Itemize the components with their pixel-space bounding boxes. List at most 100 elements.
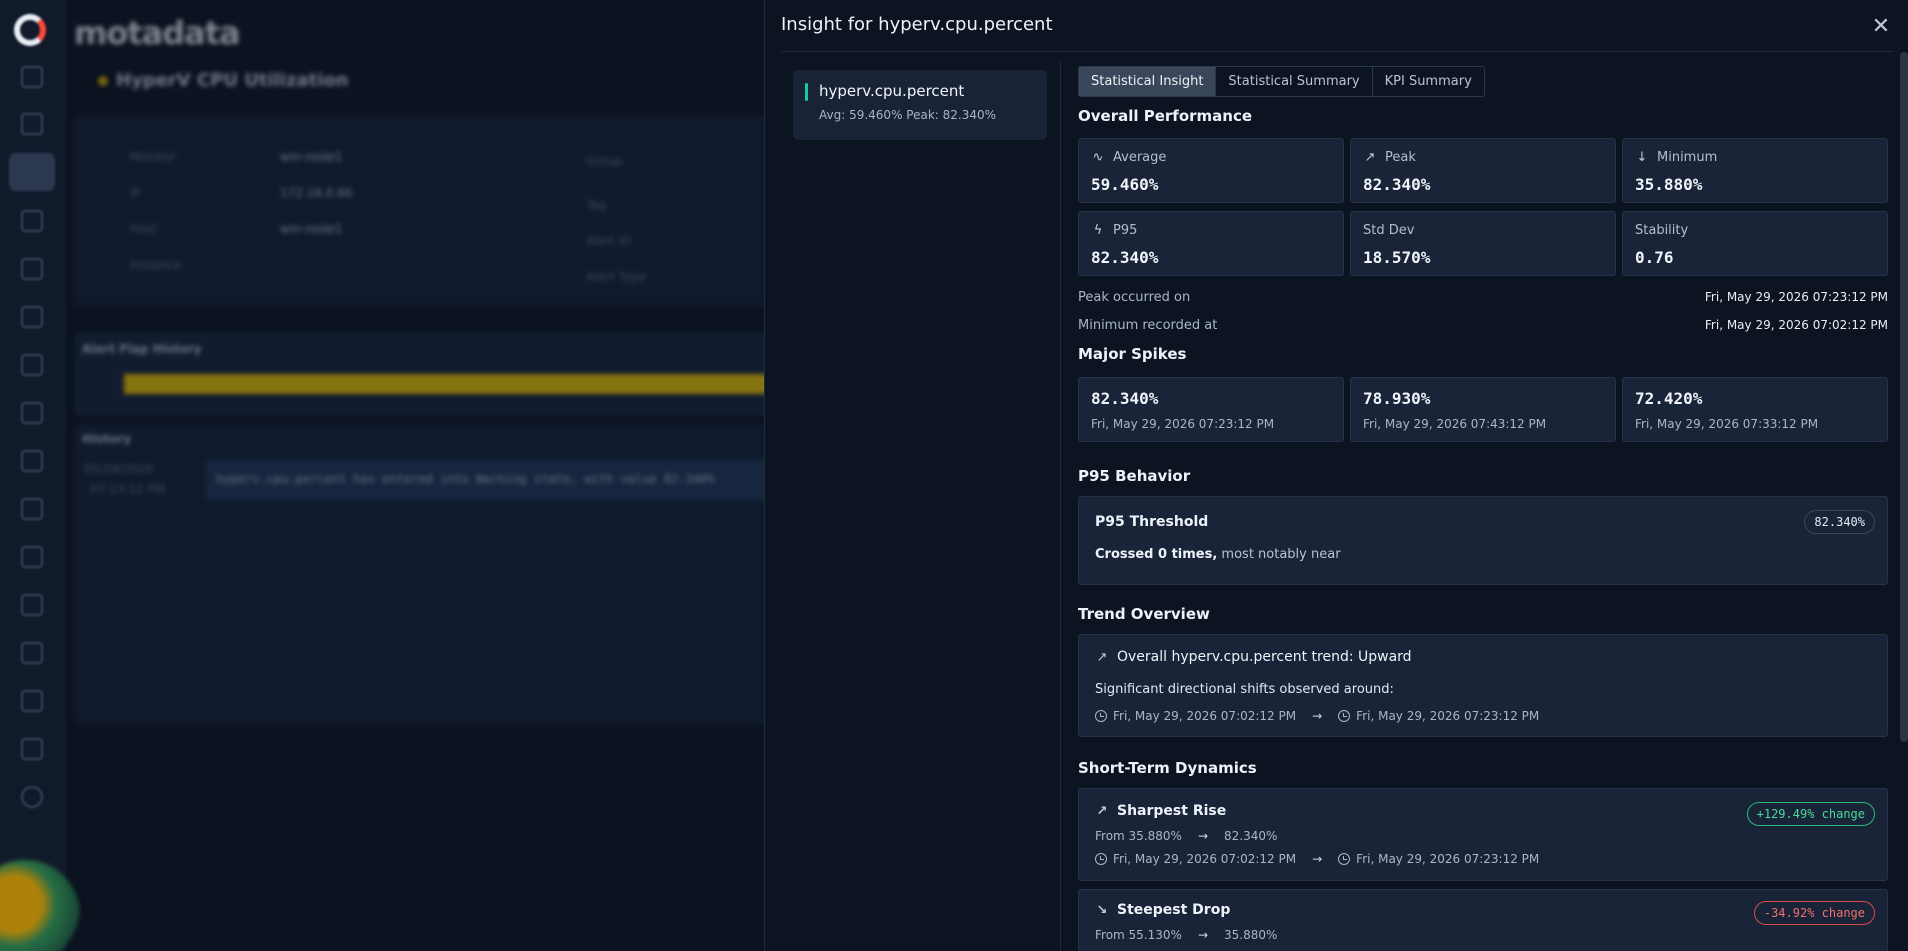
drop-to-value: 35.880% bbox=[1224, 928, 1278, 942]
stat-card-average: ∿ Average 59.460% bbox=[1078, 138, 1344, 203]
detail-label: Alert Type bbox=[586, 270, 646, 284]
clock-icon bbox=[1095, 853, 1107, 865]
spike-card: 78.930% Fri, May 29, 2026 07:43:12 PM bbox=[1350, 377, 1616, 442]
trend-down-icon: ↘ bbox=[1096, 902, 1108, 918]
trend-from-time: Fri, May 29, 2026 07:02:12 PM bbox=[1113, 709, 1297, 723]
history-message: hyperv.cpu.percent has entered into Warn… bbox=[206, 460, 786, 500]
p95-crossed-text: Crossed 0 times, most notably near bbox=[1095, 547, 1341, 562]
network-icon[interactable] bbox=[21, 642, 43, 664]
detail-value: 172.16.0.66 bbox=[280, 186, 353, 200]
clock-icon bbox=[1338, 853, 1351, 865]
p95-crossed-count: Crossed 0 times, bbox=[1095, 547, 1218, 562]
policy-icon[interactable] bbox=[21, 354, 43, 376]
arrow-right-icon: → bbox=[1197, 829, 1208, 843]
spike-value: 72.420% bbox=[1635, 389, 1703, 408]
screen-icon[interactable] bbox=[21, 594, 43, 616]
chart-icon[interactable] bbox=[21, 450, 43, 472]
drop-values: From 55.130% → 35.880% bbox=[1095, 928, 1277, 942]
trend-time-range: Fri, May 29, 2026 07:02:12 PM → Fri, May… bbox=[1095, 709, 1539, 723]
tab-statistical-summary[interactable]: Statistical Summary bbox=[1216, 67, 1373, 96]
insight-drawer: Insight for hyperv.cpu.percent ✕ hyperv.… bbox=[764, 0, 1908, 951]
severity-dot bbox=[98, 76, 108, 86]
stat-card-stability: Stability 0.76 bbox=[1622, 211, 1888, 276]
stat-value: 0.76 bbox=[1635, 248, 1674, 267]
cloud-icon[interactable] bbox=[21, 690, 43, 712]
detail-label: Host bbox=[130, 222, 158, 236]
arrow-right-icon: → bbox=[1312, 852, 1323, 866]
section-heading: Major Spikes bbox=[1078, 345, 1187, 363]
rise-time-range: Fri, May 29, 2026 07:02:12 PM → Fri, May… bbox=[1095, 852, 1539, 866]
minimum-recorded-time: Fri, May 29, 2026 07:02:12 PM bbox=[1704, 318, 1888, 332]
section-heading: Trend Overview bbox=[1078, 605, 1210, 623]
report-icon[interactable] bbox=[21, 258, 43, 280]
section-heading: Short-Term Dynamics bbox=[1078, 759, 1257, 777]
metric-name: hyperv.cpu.percent bbox=[819, 82, 965, 100]
alert-nav-active[interactable] bbox=[9, 153, 55, 191]
minimum-recorded-label: Minimum recorded at bbox=[1078, 318, 1218, 333]
detail-value: win-node1 bbox=[280, 150, 343, 164]
drop-title-row: ↘ Steepest Drop bbox=[1095, 902, 1231, 918]
p95-title: P95 Threshold bbox=[1095, 514, 1209, 530]
history-label: History bbox=[82, 432, 132, 446]
scrollbar[interactable] bbox=[1900, 52, 1908, 742]
stat-value: 59.460% bbox=[1091, 175, 1159, 194]
stat-value: 18.570% bbox=[1363, 248, 1431, 267]
detail-label: Tag bbox=[586, 198, 607, 212]
desktop-icon[interactable] bbox=[21, 546, 43, 568]
arrow-right-icon: → bbox=[1197, 928, 1208, 942]
flow-icon[interactable] bbox=[21, 402, 43, 424]
settings-icon[interactable] bbox=[21, 786, 43, 808]
trend-title-row: ↗ Overall hyperv.cpu.percent trend: Upwar… bbox=[1095, 649, 1412, 665]
flap-history-bar bbox=[124, 374, 786, 394]
pie-icon[interactable] bbox=[21, 210, 43, 232]
monitor-icon[interactable] bbox=[21, 113, 43, 135]
history-date: 05/29/2026 bbox=[84, 462, 154, 476]
metric-marker bbox=[805, 83, 808, 101]
trend-title: Overall hyperv.cpu.percent trend: Upward bbox=[1117, 649, 1412, 665]
rise-to-time: Fri, May 29, 2026 07:23:12 PM bbox=[1356, 852, 1540, 866]
rise-to-value: 82.340% bbox=[1224, 829, 1278, 843]
document-icon[interactable] bbox=[21, 738, 43, 760]
divider bbox=[1060, 60, 1061, 951]
drawer-title: Insight for hyperv.cpu.percent bbox=[781, 14, 1053, 35]
dashboard-icon[interactable] bbox=[21, 66, 43, 88]
log-icon[interactable] bbox=[21, 498, 43, 520]
arrow-down-icon: ↓ bbox=[1636, 150, 1648, 165]
brand-logo-icon bbox=[14, 14, 46, 46]
metric-list-item[interactable]: hyperv.cpu.percent Avg: 59.460% Peak: 82… bbox=[793, 70, 1047, 140]
lightning-icon: ϟ bbox=[1093, 223, 1103, 238]
stat-label: Peak bbox=[1385, 150, 1416, 165]
peak-occurred-time: Fri, May 29, 2026 07:23:12 PM bbox=[1704, 290, 1888, 304]
stat-card-peak: ↗ Peak 82.340% bbox=[1350, 138, 1616, 203]
drop-from-value: From 55.130% bbox=[1095, 928, 1182, 942]
clock-icon bbox=[1095, 710, 1107, 722]
trend-up-icon: ↗ bbox=[1096, 649, 1108, 665]
insight-tabs: Statistical Insight Statistical Summary … bbox=[1078, 66, 1485, 97]
page-title: HyperV CPU Utilization bbox=[116, 70, 349, 91]
tab-statistical-insight[interactable]: Statistical Insight bbox=[1079, 67, 1217, 96]
background-page: motadata HyperV CPU Utilization Monitor … bbox=[66, 0, 786, 951]
rise-values: From 35.880% → 82.340% bbox=[1095, 829, 1277, 843]
stat-label: Std Dev bbox=[1363, 223, 1415, 238]
stat-value: 82.340% bbox=[1091, 248, 1159, 267]
p95-crossed-rest: most notably near bbox=[1217, 547, 1341, 562]
detail-label: Group bbox=[586, 154, 623, 168]
details-card bbox=[74, 116, 786, 306]
tab-kpi-summary[interactable]: KPI Summary bbox=[1373, 67, 1484, 96]
history-time: 07:23:12 PM bbox=[90, 482, 166, 496]
trend-to-time: Fri, May 29, 2026 07:23:12 PM bbox=[1356, 709, 1540, 723]
p95-card: P95 Threshold 82.340% Crossed 0 times, m… bbox=[1078, 496, 1888, 585]
stat-value: 82.340% bbox=[1363, 175, 1431, 194]
detail-label: Monitor bbox=[130, 150, 176, 164]
stat-label: Average bbox=[1113, 150, 1167, 165]
close-icon[interactable]: ✕ bbox=[1868, 14, 1894, 40]
spike-time: Fri, May 29, 2026 07:33:12 PM bbox=[1635, 417, 1819, 431]
stat-label: Stability bbox=[1635, 223, 1689, 238]
rise-title-row: ↗ Sharpest Rise bbox=[1095, 803, 1227, 819]
detail-label: Alert ID bbox=[586, 234, 632, 248]
stat-card-stddev: Std Dev 18.570% bbox=[1350, 211, 1616, 276]
p95-value-badge: 82.340% bbox=[1804, 510, 1875, 534]
topology-icon[interactable] bbox=[21, 306, 43, 328]
activity-icon: ∿ bbox=[1092, 150, 1104, 165]
stat-label: Minimum bbox=[1657, 150, 1718, 165]
